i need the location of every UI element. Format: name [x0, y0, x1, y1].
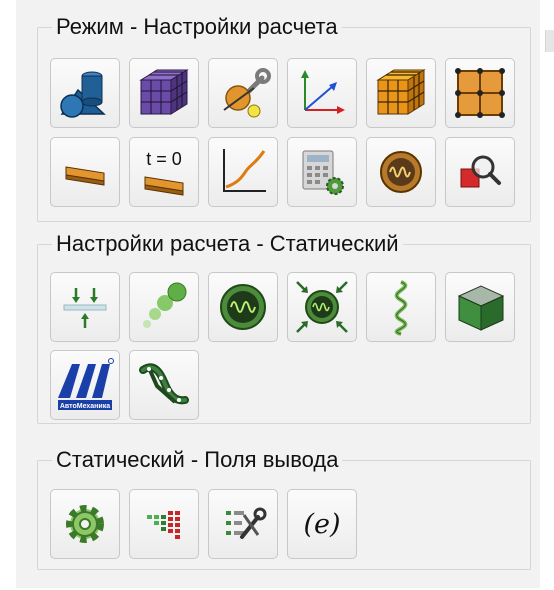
frame-link-icon: [139, 363, 189, 405]
solid-shapes-icon: [60, 71, 106, 118]
expression-e-button[interactable]: (e): [287, 489, 357, 559]
grid-frame-icon: [455, 68, 505, 118]
svg-text:АвтоМеханика: АвтоМеханика: [60, 403, 110, 410]
scrollbar-stub[interactable]: [545, 30, 554, 52]
vibration-monitor-icon: [220, 284, 266, 330]
calculator-gear-button[interactable]: [287, 137, 357, 207]
tools-wrench-button[interactable]: [208, 58, 278, 128]
load-arrows-button[interactable]: [50, 272, 120, 342]
mesh-cube-button[interactable]: [129, 58, 199, 128]
group-title-mode-settings: Режим - Настройки расчета: [52, 13, 342, 41]
color-bars-icon: [147, 511, 180, 539]
graph-curve-button[interactable]: [208, 137, 278, 207]
frame-link-button[interactable]: [129, 350, 199, 420]
spring-spiral-button[interactable]: [366, 272, 436, 342]
automechanika-button[interactable]: АвтоМеханика: [50, 350, 120, 420]
svg-text:t = 0: t = 0: [146, 149, 182, 169]
orange-mesh-cube-button[interactable]: [366, 58, 436, 128]
magnifier-inspect-button[interactable]: [445, 137, 515, 207]
vibration-monitor-button[interactable]: [208, 272, 278, 342]
compression-monitor-icon: [296, 281, 348, 333]
beam-icon: [65, 166, 105, 186]
tools-wrench-icon: [223, 68, 271, 118]
settings-gear-button[interactable]: [50, 489, 120, 559]
group-title-output-fields: Статический - Поля вывода: [52, 446, 343, 474]
solid-shapes-button[interactable]: [50, 58, 120, 128]
green-block-button[interactable]: [445, 272, 515, 342]
coordinate-axes-icon: [301, 70, 345, 114]
compression-monitor-button[interactable]: [287, 272, 357, 342]
calculator-gear-icon: [302, 150, 344, 195]
green-spheres-icon: [143, 282, 187, 328]
list-tools-button[interactable]: [208, 489, 278, 559]
mesh-cube-icon: [139, 69, 189, 115]
coordinate-axes-button[interactable]: [287, 58, 357, 128]
orange-mesh-cube-icon: [376, 69, 426, 115]
color-bars-button[interactable]: [129, 489, 199, 559]
spring-spiral-icon: [394, 280, 408, 336]
load-arrows-icon: [63, 288, 107, 328]
oscillation-button[interactable]: [366, 137, 436, 207]
automechanika-logo-icon: АвтоМеханика: [58, 358, 114, 410]
green-block-icon: [457, 285, 505, 331]
group-title-static-settings: Настройки расчета - Статический: [52, 230, 403, 258]
list-tools-icon: [226, 507, 267, 539]
grid-frame-button[interactable]: [445, 58, 515, 128]
initial-time-button[interactable]: t = 0: [129, 137, 199, 207]
settings-gear-icon: [66, 505, 104, 543]
beam-button[interactable]: [50, 137, 120, 207]
expression-e-icon: (e): [303, 508, 341, 540]
green-spheres-button[interactable]: [129, 272, 199, 342]
magnifier-inspect-icon: [460, 155, 501, 188]
oscillation-icon: [380, 151, 422, 193]
initial-time-icon: t = 0: [144, 149, 184, 196]
graph-curve-icon: [223, 149, 266, 192]
